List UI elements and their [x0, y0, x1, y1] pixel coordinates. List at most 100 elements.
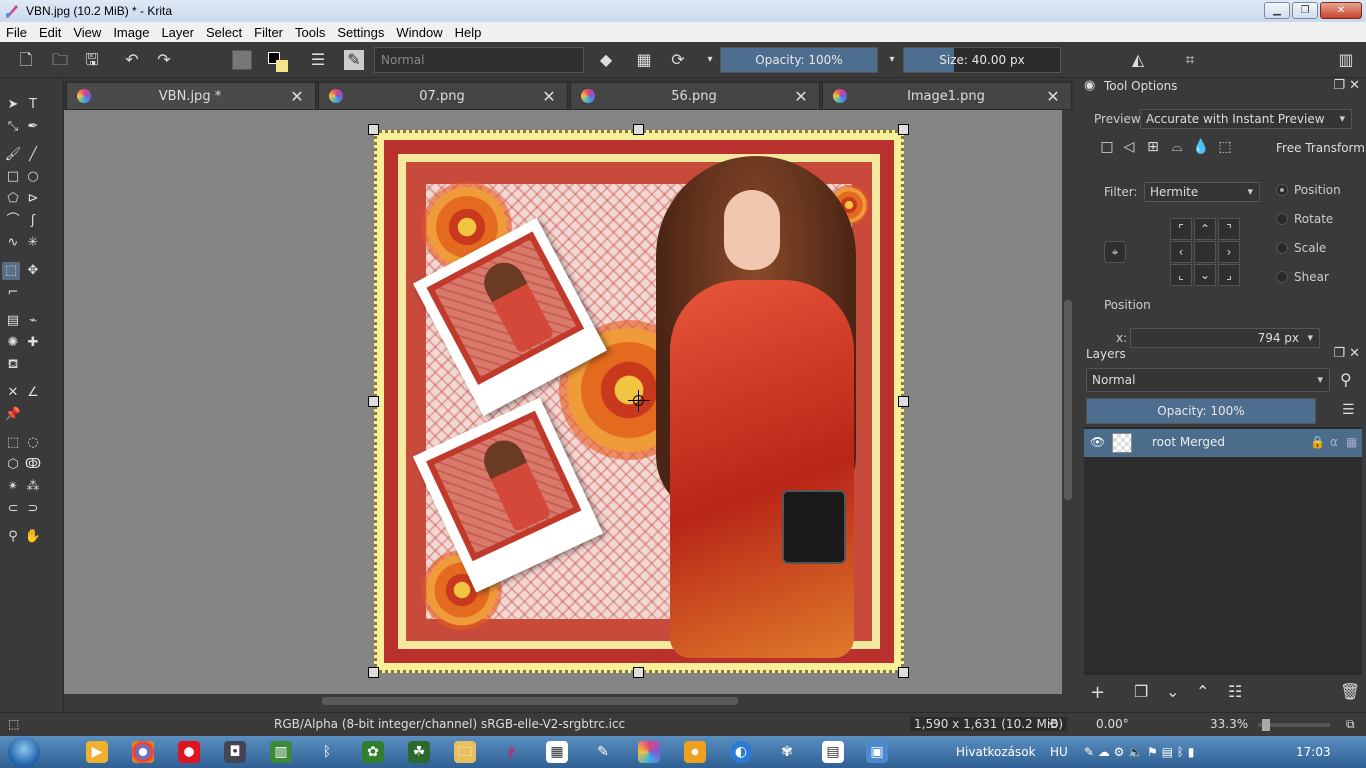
gradient-tool-icon[interactable]: ▤ — [4, 312, 22, 330]
transform-handle[interactable] — [368, 396, 379, 407]
menu-select[interactable]: Select — [200, 25, 248, 40]
select-shapes-tool-icon[interactable]: ➤ — [4, 96, 22, 114]
anchor-center-icon[interactable] — [1194, 241, 1216, 263]
mode-rotate-radio[interactable] — [1276, 213, 1288, 225]
rect-selection-tool-icon[interactable]: ⬚ — [4, 434, 22, 452]
polygon-tool-icon[interactable]: ⬠ — [4, 190, 22, 208]
blend-mode-select[interactable]: Normal — [374, 47, 584, 73]
delete-layer-icon[interactable]: 🗑 — [1340, 682, 1360, 701]
mirror-dropdown-icon[interactable]: ▾ — [700, 50, 720, 70]
visibility-eye-icon[interactable]: 👁 — [1090, 435, 1105, 449]
close-tab-icon[interactable]: ✕ — [541, 87, 557, 106]
move-tool-icon[interactable]: ✥ — [24, 262, 42, 280]
reload-preset-icon[interactable]: ⟳ — [668, 50, 688, 70]
clock[interactable]: 17:03 — [1296, 745, 1331, 759]
transform-tool-icon[interactable]: ⬚ — [2, 262, 20, 280]
crop-tool-icon[interactable]: ⌐ — [4, 284, 22, 302]
liquify-mode-icon[interactable]: 💧 — [1192, 138, 1210, 156]
colorize-mask-tool-icon[interactable]: ✺ — [4, 334, 22, 352]
move-center-icon[interactable]: ⌖ — [1104, 241, 1126, 263]
browser-icon[interactable]: ◐ — [730, 741, 752, 763]
layer-row[interactable]: 👁 root Merged 🔒 α ▦ — [1084, 429, 1362, 457]
zoom-slider[interactable] — [1258, 719, 1330, 731]
screenshot-app-icon[interactable]: ▣ — [866, 741, 888, 763]
menu-view[interactable]: View — [67, 25, 107, 40]
anchor-right-icon[interactable]: › — [1218, 241, 1240, 263]
transform-origin-crosshair[interactable] — [628, 390, 650, 412]
mode-position-radio[interactable] — [1276, 184, 1288, 196]
minimize-button[interactable]: ▁ — [1264, 2, 1290, 19]
measure-tool-icon[interactable]: ∠ — [24, 384, 42, 402]
undo-icon[interactable]: ↶ — [122, 50, 142, 70]
fill-tool-icon[interactable]: ⛾ — [4, 356, 22, 374]
color-picker-tool-icon[interactable]: ⌁ — [24, 312, 42, 330]
bezier-curve-tool-icon[interactable]: ⌒ — [4, 212, 22, 230]
paint-app-icon[interactable]: ✿ — [362, 741, 384, 763]
zoom-tool-icon[interactable]: ⚲ — [4, 528, 22, 546]
notepad-icon[interactable]: ▤ — [822, 741, 844, 763]
calligraphy-tool-icon[interactable]: ✒ — [24, 118, 42, 136]
menu-tools[interactable]: Tools — [289, 25, 331, 40]
anchor-bottom-right-icon[interactable]: ⌟ — [1218, 264, 1240, 286]
warp-mode-icon[interactable]: ⊞ — [1144, 138, 1162, 156]
links-toolbar-label[interactable]: Hivatkozások — [956, 745, 1036, 759]
close-tab-icon[interactable]: ✕ — [289, 87, 305, 106]
alpha-lock-icon[interactable]: α — [1330, 435, 1338, 449]
mode-shear-radio[interactable] — [1276, 271, 1288, 283]
calendar-icon[interactable]: ▦ — [546, 741, 568, 763]
x-position-field[interactable]: 794 px — [1130, 328, 1320, 348]
close-tab-icon[interactable]: ✕ — [793, 87, 809, 106]
dynamic-brush-tool-icon[interactable]: ∿ — [4, 234, 22, 252]
layer-blend-mode-select[interactable]: Normal — [1086, 368, 1330, 392]
transform-handle[interactable] — [898, 396, 909, 407]
menu-image[interactable]: Image — [107, 25, 155, 40]
size-slider[interactable]: Size: 40.00 px — [903, 47, 1061, 73]
menu-edit[interactable]: Edit — [33, 25, 67, 40]
draw-app-icon[interactable]: ⳁ — [500, 741, 522, 763]
freehand-path-tool-icon[interactable]: ʃ — [24, 212, 42, 230]
duplicate-layer-icon[interactable]: ❐ — [1134, 682, 1148, 701]
layer-properties-icon[interactable]: ☷ — [1228, 682, 1242, 701]
horizontal-mirror-icon[interactable]: ◭ — [1128, 50, 1148, 70]
anchor-top-right-icon[interactable]: ⌝ — [1218, 218, 1240, 240]
transform-handle[interactable] — [633, 124, 644, 135]
image-editor-icon[interactable]: ✾ — [776, 741, 798, 763]
eraser-icon[interactable]: ◆ — [596, 50, 616, 70]
preview-select[interactable]: Accurate with Instant Preview — [1140, 109, 1352, 129]
krita-taskbar-icon[interactable] — [638, 741, 660, 763]
ellipse-tool-icon[interactable]: ○ — [24, 168, 42, 186]
tab-vbn[interactable]: VBN.jpg * ✕ — [66, 82, 316, 110]
redo-icon[interactable]: ↷ — [154, 50, 174, 70]
tab-image1[interactable]: Image1.png ✕ — [822, 82, 1072, 110]
move-layer-up-icon[interactable]: ⌃ — [1196, 682, 1209, 701]
polyline-tool-icon[interactable]: ⊳ — [24, 190, 42, 208]
inherit-alpha-icon[interactable]: ▦ — [1346, 435, 1357, 449]
spreadsheet-icon[interactable]: ▥ — [270, 741, 292, 763]
menu-file[interactable]: File — [0, 25, 33, 40]
open-folder-icon[interactable]: 🗀 — [50, 50, 70, 70]
restore-button[interactable]: ❐ — [1292, 2, 1318, 19]
bluetooth-app-icon[interactable]: ᛒ — [316, 741, 338, 763]
magnetic-selection-tool-icon[interactable]: ⊃ — [24, 500, 42, 518]
tab-07[interactable]: 07.png ✕ — [318, 82, 568, 110]
lock-icon[interactable]: 🔒 — [1310, 435, 1325, 449]
tray-icons[interactable]: ✎ ☁ ⚙ 🔈 ⚑ ▤ ᛒ ▮ — [1084, 745, 1194, 759]
freehand-brush-tool-icon[interactable]: 🖌 — [4, 146, 22, 164]
similar-selection-tool-icon[interactable]: ⁂ — [24, 478, 42, 496]
vertical-scrollbar[interactable] — [1062, 110, 1074, 694]
menu-help[interactable]: Help — [449, 25, 488, 40]
assistant-tool-icon[interactable]: ✕ — [4, 384, 22, 402]
language-indicator[interactable]: HU — [1050, 745, 1068, 759]
move-layer-down-icon[interactable]: ⌄ — [1166, 682, 1179, 701]
transform-handle[interactable] — [368, 667, 379, 678]
perspective-mode-icon[interactable]: ◁ — [1120, 138, 1138, 156]
close-tab-icon[interactable]: ✕ — [1045, 87, 1061, 106]
cage-mode-icon[interactable]: ⌓ — [1168, 138, 1186, 156]
freehand-selection-tool-icon[interactable]: ↂ — [24, 456, 42, 474]
color-swap-icon[interactable] — [268, 50, 288, 72]
opacity-slider[interactable]: Opacity: 100% — [720, 47, 878, 73]
game-app-icon[interactable]: ☘ — [408, 741, 430, 763]
selection-indicator-icon[interactable]: ⬚ — [8, 717, 19, 731]
media-player-icon[interactable]: ▶ — [86, 741, 108, 763]
transform-handle[interactable] — [633, 667, 644, 678]
